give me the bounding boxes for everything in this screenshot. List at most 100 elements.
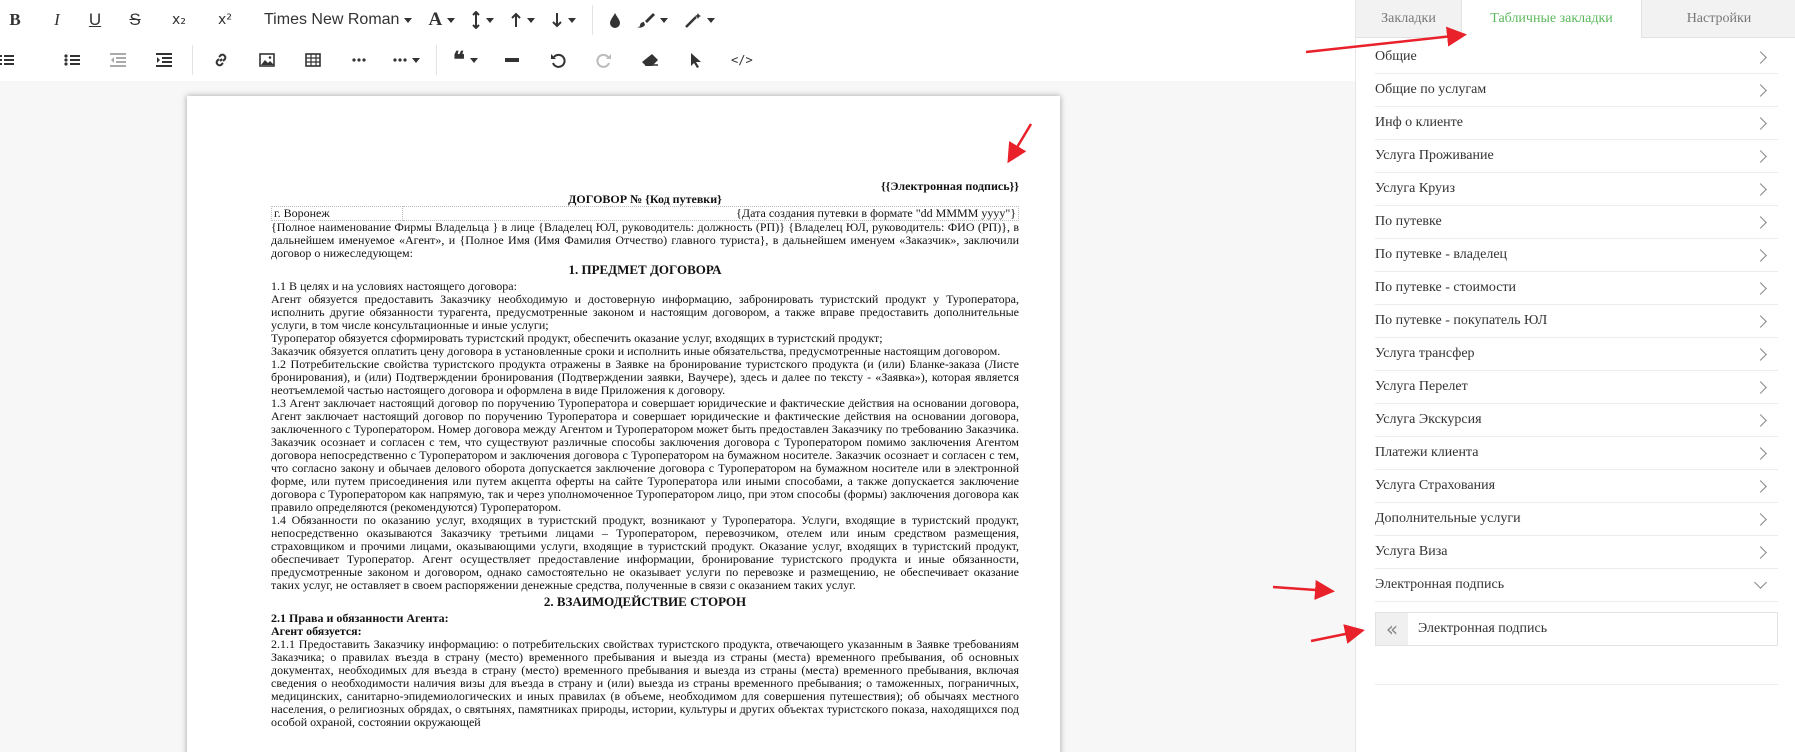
image-button[interactable] (247, 46, 287, 74)
chevron-right-icon (1754, 182, 1767, 196)
list-item-label: Общие (1375, 49, 1417, 64)
special-chars-button[interactable] (339, 46, 379, 74)
panel-tabs: Закладки Табличные закладки Настройки (1356, 0, 1795, 38)
blockquote-icon: ❝ (453, 47, 465, 73)
chevron-right-icon (1754, 116, 1767, 130)
list-item-label: По путевке - покупатель ЮЛ (1375, 313, 1548, 328)
outdent-button[interactable] (98, 46, 138, 74)
section-2-title: 2. ВЗАИМОДЕЙСТВИЕ СТОРОН (543, 594, 747, 609)
table-icon (305, 53, 321, 67)
chevron-right-icon (1754, 446, 1767, 460)
list-item[interactable]: Общие (1375, 41, 1778, 74)
list-item-expanded[interactable]: Электронная подпись (1375, 569, 1778, 602)
city-date-table: г. Воронеж {Дата создания путевки в форм… (270, 206, 1019, 221)
italic-button[interactable]: I (38, 6, 76, 34)
font-size-button[interactable]: A (420, 6, 463, 34)
section-1-paragraph: 1.4 Обязанности по оказанию услуг, входя… (271, 513, 1019, 592)
code-view-button[interactable]: </> (722, 46, 762, 74)
link-button[interactable] (201, 46, 241, 74)
section-2-subtitle: 2.1 Права и обязанности Агента: (271, 611, 449, 625)
link-icon (215, 53, 227, 67)
toolbar-separator (592, 5, 594, 35)
section-1-paragraph: 1.3 Агент заключает настоящий договор по… (271, 396, 1019, 514)
background-color-button[interactable] (629, 6, 676, 34)
italic-icon: I (54, 10, 60, 29)
toolbar-row-2: ❝ </> (0, 40, 762, 80)
document-page[interactable]: {{Электронная подпись}} ДОГОВОР № {Код п… (187, 96, 1060, 752)
subscript-button[interactable]: x₂ (156, 6, 202, 34)
superscript-button[interactable]: x² (202, 6, 248, 34)
chevron-right-icon (1754, 83, 1767, 97)
list-item-label: Общие по услугам (1375, 82, 1487, 97)
list-item-label: Услуга Перелет (1375, 379, 1468, 394)
horizontal-rule-button[interactable] (492, 46, 532, 74)
list-item[interactable]: По путевке (1375, 206, 1778, 239)
editor-canvas[interactable]: {{Электронная подпись}} ДОГОВОР № {Код п… (0, 81, 1355, 752)
redo-icon (596, 53, 611, 68)
list-item[interactable]: Услуга трансфер (1375, 338, 1778, 371)
list-item[interactable]: Общие по услугам (1375, 74, 1778, 107)
chevron-right-icon (1754, 149, 1767, 163)
list-item[interactable]: По путевке - владелец (1375, 239, 1778, 272)
ordered-list-button[interactable] (0, 46, 28, 74)
chevron-right-icon (1754, 248, 1767, 262)
table-button[interactable] (293, 46, 333, 74)
paragraph-spacing-before-button[interactable] (502, 6, 543, 34)
ellipsis-icon (352, 58, 366, 62)
list-item[interactable]: По путевке - покупатель ЮЛ (1375, 305, 1778, 338)
list-item-label: По путевке - стоимости (1375, 280, 1517, 295)
text-color-button[interactable] (601, 6, 629, 34)
list-item-label: Услуга Виза (1375, 544, 1448, 559)
list-item[interactable]: По путевке - стоимости (1375, 272, 1778, 305)
date-cell: {Дата создания путевки в формате "dd MMM… (402, 206, 1019, 221)
section-1-paragraph: Агент обязуется предоставить Заказчику н… (271, 292, 1019, 332)
intro-paragraph: {Полное наименование Фирмы Владельца } в… (271, 220, 1019, 260)
chevron-right-icon (1754, 380, 1767, 394)
indent-button[interactable] (144, 46, 184, 74)
paragraph-spacing-after-button[interactable] (543, 6, 584, 34)
unordered-list-button[interactable] (52, 46, 92, 74)
chevron-right-icon (1754, 347, 1767, 361)
line-height-button[interactable] (463, 6, 502, 34)
magic-wand-button[interactable] (676, 6, 723, 34)
list-item[interactable]: Услуга Проживание (1375, 140, 1778, 173)
list-item[interactable]: Услуга Страхования (1375, 470, 1778, 503)
bold-button[interactable]: B (0, 6, 30, 34)
list-item[interactable]: Дополнительные услуги (1375, 503, 1778, 536)
tab-settings[interactable]: Настройки (1642, 0, 1795, 37)
strikethrough-button[interactable]: S (114, 6, 156, 34)
chevron-down-icon (1754, 576, 1767, 589)
insert-bookmark-icon[interactable]: « (1376, 613, 1408, 645)
list-item-label: Электронная подпись (1375, 577, 1505, 592)
chevron-right-icon (1754, 413, 1767, 427)
select-button[interactable] (676, 46, 716, 74)
list-item[interactable]: Услуга Перелет (1375, 371, 1778, 404)
chevron-right-icon (1754, 281, 1767, 295)
list-item[interactable]: Услуга Виза (1375, 536, 1778, 569)
toolbar-separator (192, 45, 193, 75)
list-item[interactable]: Услуга Экскурсия (1375, 404, 1778, 437)
document-body[interactable]: {{Электронная подпись}} ДОГОВОР № {Код п… (270, 180, 1019, 729)
clear-format-button[interactable] (630, 46, 670, 74)
tab-table-bookmarks[interactable]: Табличные закладки (1461, 0, 1642, 38)
more-menu-button[interactable] (385, 46, 428, 74)
toolbar-separator (436, 45, 437, 75)
tab-bookmarks[interactable]: Закладки (1356, 0, 1461, 37)
undo-button[interactable] (538, 46, 578, 74)
chevron-right-icon (1754, 314, 1767, 328)
list-item[interactable]: Услуга Круиз (1375, 173, 1778, 206)
redo-button[interactable] (584, 46, 624, 74)
font-family-select[interactable]: Times New Roman (256, 6, 420, 34)
signature-bookmark-item[interactable]: « Электронная подпись (1375, 612, 1778, 646)
list-item[interactable]: Платежи клиента (1375, 437, 1778, 470)
code-view-icon: </> (731, 53, 753, 67)
blockquote-button[interactable]: ❝ (445, 46, 486, 74)
list-item[interactable]: Инф о клиенте (1375, 107, 1778, 140)
list-item-label: Услуга трансфер (1375, 346, 1475, 361)
list-item-label: Платежи клиента (1375, 445, 1479, 460)
list-item-label: Услуга Круиз (1375, 181, 1456, 196)
unordered-list-icon (64, 54, 80, 66)
chevron-right-icon (1754, 479, 1767, 493)
superscript-icon: x² (218, 12, 232, 28)
underline-button[interactable]: U (76, 6, 114, 34)
